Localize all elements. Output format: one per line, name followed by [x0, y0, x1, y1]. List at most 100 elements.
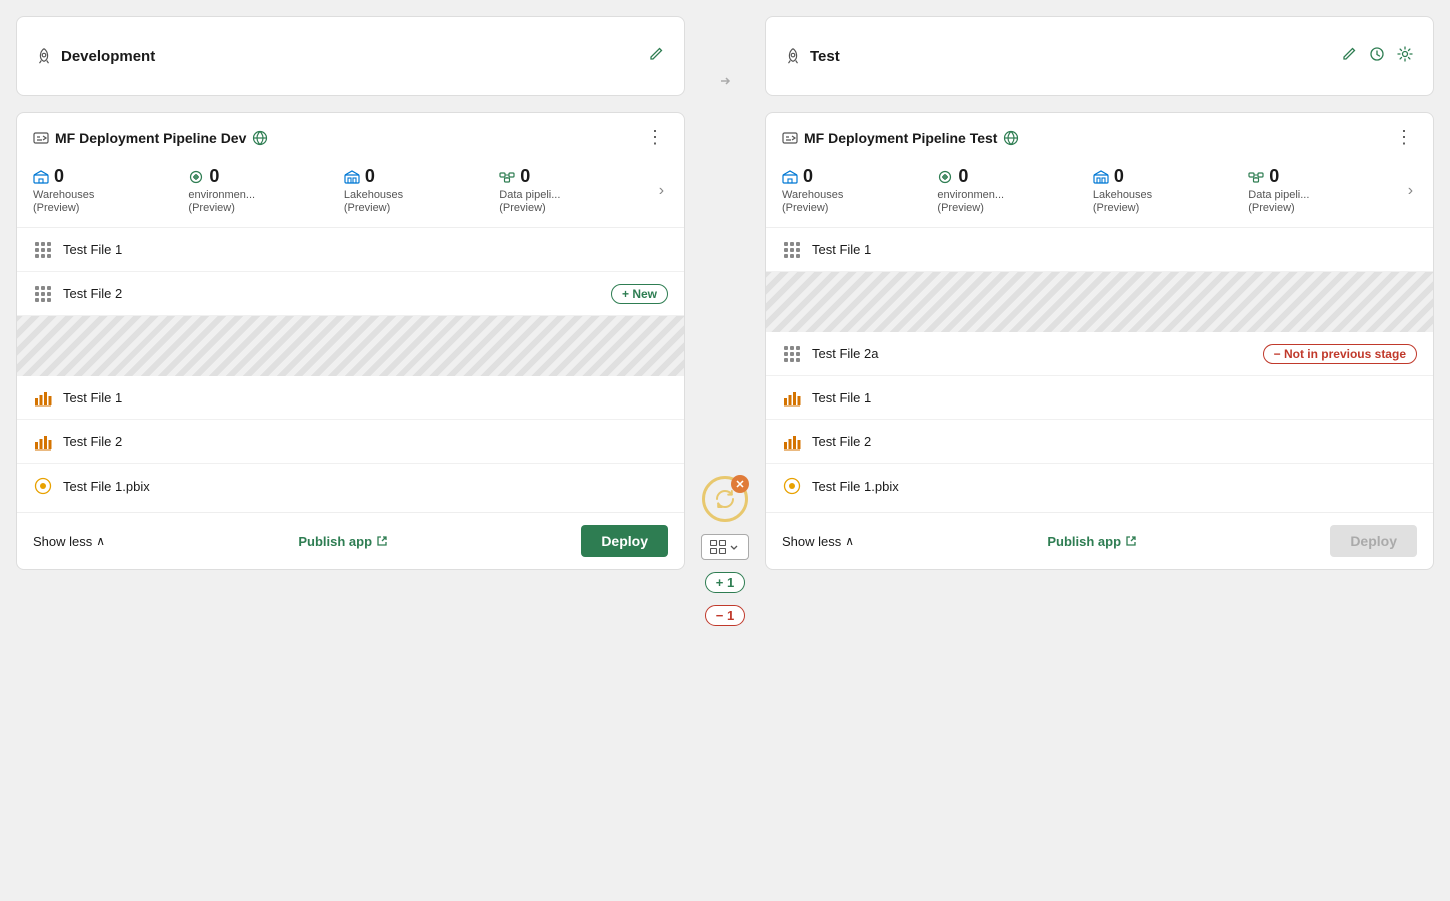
- test-bar-icon-1: [782, 388, 802, 408]
- test-file-item-2a: Test File 2a − Not in previous stage: [766, 332, 1433, 376]
- dev-new-badge: + New: [611, 284, 668, 304]
- dev-show-less-button[interactable]: Show less ∧: [33, 534, 105, 549]
- test-card-footer: Show less ∧ Publish app Deploy: [766, 512, 1433, 569]
- development-edit-button[interactable]: [646, 44, 666, 69]
- test-file-name-4: Test File 2: [812, 434, 1417, 449]
- dev-deploy-button[interactable]: Deploy: [581, 525, 668, 557]
- dev-file-icon-1: [33, 240, 53, 260]
- test-stat-datapipeline: 0 Data pipeli... (Preview): [1248, 166, 1399, 215]
- test-file-name-1: Test File 1: [812, 242, 1417, 257]
- test-file-list: Test File 1 Test File 2a − Not in previo: [766, 228, 1433, 508]
- dev-file-name-1: Test File 1: [63, 242, 668, 257]
- test-network-icon: [1003, 130, 1019, 146]
- dev-file-name-2: Test File 2: [63, 286, 601, 301]
- dev-stat-environment: 0 environmen... (Preview): [188, 166, 339, 215]
- test-file-item-5: Test File 1.pbix: [766, 464, 1433, 508]
- pipeline-connector: ✕ + 1 − 1: [701, 476, 749, 626]
- dev-file-item-2: Test File 2 + New: [17, 272, 684, 316]
- test-file-item-4: Test File 2: [766, 420, 1433, 464]
- dev-file-item-1: Test File 1: [17, 228, 684, 272]
- compare-grid-icon: [710, 540, 726, 554]
- development-pipeline-card: MF Deployment Pipeline Dev ⋮: [16, 112, 685, 570]
- test-stat-warehouse: 0 Warehouses (Preview): [782, 166, 933, 215]
- test-file-icon-1: [782, 240, 802, 260]
- diff-added-badge: + 1: [705, 572, 745, 593]
- dev-datapipeline-count: 0: [499, 166, 530, 187]
- development-pipeline-title: MF Deployment Pipeline Dev: [33, 130, 268, 146]
- dev-hatched-area: [17, 316, 684, 376]
- refresh-sync-icon: ✕: [702, 476, 748, 522]
- stage-arrow: [715, 71, 735, 96]
- dev-file-item-4: Test File 2: [17, 420, 684, 464]
- dev-bar-icon-2: [33, 432, 53, 452]
- development-stage-title: Development: [35, 47, 155, 65]
- test-lakehouse-stat-icon: [1093, 169, 1109, 185]
- test-pipeline-title: MF Deployment Pipeline Test: [782, 130, 1019, 146]
- dev-publish-app-button[interactable]: Publish app: [298, 534, 388, 549]
- dev-file-name-3: Test File 1: [63, 390, 668, 405]
- test-file-name-2a: Test File 2a: [812, 346, 1253, 361]
- middle-connector: ✕ + 1 − 1: [685, 16, 765, 626]
- warehouse-stat-icon: [33, 169, 49, 185]
- test-publish-app-button[interactable]: Publish app: [1047, 534, 1137, 549]
- test-not-prev-badge: − Not in previous stage: [1263, 344, 1417, 364]
- compare-chevron-icon: [728, 541, 740, 553]
- test-pipeline-title-icon: [782, 130, 798, 146]
- dev-stat-warehouse: 0 Warehouses (Preview): [33, 166, 184, 215]
- datapipeline-stat-icon: [499, 169, 515, 185]
- environment-stat-icon: [188, 169, 204, 185]
- test-stat-lakehouse: 0 Lakehouses (Preview): [1093, 166, 1244, 215]
- pipeline-title-icon: [33, 130, 49, 146]
- test-rocket-icon: [784, 47, 802, 65]
- test-history-button[interactable]: [1367, 44, 1387, 69]
- test-file-item-1: Test File 1: [766, 228, 1433, 272]
- test-stat-environment: 0 environmen... (Preview): [937, 166, 1088, 215]
- test-settings-button[interactable]: [1395, 44, 1415, 69]
- test-stage-icons: [1339, 44, 1415, 69]
- test-datapipeline-stat-icon: [1248, 169, 1264, 185]
- lakehouse-stat-icon: [344, 169, 360, 185]
- dev-stat-lakehouse: 0 Lakehouses (Preview): [344, 166, 495, 215]
- test-show-less-button[interactable]: Show less ∧: [782, 534, 854, 549]
- dev-card-footer: Show less ∧ Publish app Deploy: [17, 512, 684, 569]
- dev-stats-chevron[interactable]: ›: [655, 178, 668, 204]
- test-file-name-5: Test File 1.pbix: [812, 479, 1417, 494]
- sync-error-icon: ✕: [731, 475, 749, 493]
- test-stats-row: 0 Warehouses (Preview) 0: [766, 158, 1433, 227]
- test-pipeline-more-button[interactable]: ⋮: [1391, 127, 1417, 148]
- test-pipeline-card: MF Deployment Pipeline Test ⋮: [765, 112, 1434, 570]
- test-pipeline-header: MF Deployment Pipeline Test ⋮: [766, 113, 1433, 158]
- diff-removed-badge: − 1: [705, 605, 745, 626]
- test-deploy-button: Deploy: [1330, 525, 1417, 557]
- test-stage-title: Test: [784, 47, 840, 65]
- external-link-icon: [376, 535, 388, 547]
- test-hatched-area: [766, 272, 1433, 332]
- rocket-icon: [35, 47, 53, 65]
- network-icon: [252, 130, 268, 146]
- test-edit-button[interactable]: [1339, 44, 1359, 69]
- test-external-link-icon: [1125, 535, 1137, 547]
- dev-file-item-3: Test File 1: [17, 376, 684, 420]
- development-stage-card: Development: [16, 16, 685, 96]
- test-stats-chevron[interactable]: ›: [1404, 178, 1417, 204]
- test-warehouse-stat-icon: [782, 169, 798, 185]
- compare-button[interactable]: [701, 534, 749, 560]
- test-title: Test: [810, 48, 840, 65]
- dev-environment-count: 0: [188, 166, 219, 187]
- test-file-name-3: Test File 1: [812, 390, 1417, 405]
- dev-warehouse-count: 0: [33, 166, 64, 187]
- dev-file-item-5: Test File 1.pbix: [17, 464, 684, 508]
- dev-bar-icon-1: [33, 388, 53, 408]
- test-pbix-icon: [782, 476, 802, 496]
- development-pipeline-header: MF Deployment Pipeline Dev ⋮: [17, 113, 684, 158]
- test-pipeline-name: MF Deployment Pipeline Test: [804, 130, 997, 146]
- development-stage-icons: [646, 44, 666, 69]
- dev-lakehouse-count: 0: [344, 166, 375, 187]
- test-environment-stat-icon: [937, 169, 953, 185]
- dev-stat-datapipeline: 0 Data pipeli... (Preview): [499, 166, 650, 215]
- test-file-item-3: Test File 1: [766, 376, 1433, 420]
- dev-file-name-4: Test File 2: [63, 434, 668, 449]
- development-title: Development: [61, 48, 155, 65]
- test-bar-icon-2: [782, 432, 802, 452]
- dev-pipeline-more-button[interactable]: ⋮: [642, 127, 668, 148]
